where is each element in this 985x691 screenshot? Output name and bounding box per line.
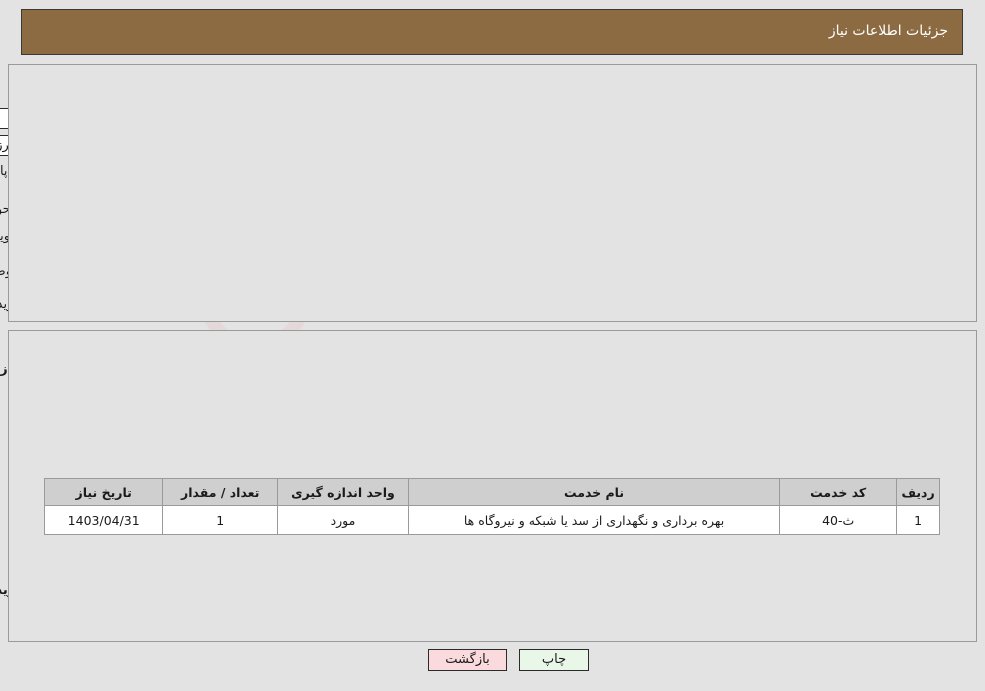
print-button[interactable]: چاپ	[519, 649, 589, 671]
col-need-date: تاریخ نیاز	[43, 478, 164, 506]
page-header-bar: جزئیات اطلاعات نیاز	[21, 9, 963, 55]
cell-row-no: 1	[896, 505, 940, 535]
col-unit: واحد اندازه گیری	[277, 478, 409, 506]
page-title: جزئیات اطلاعات نیاز	[828, 23, 948, 39]
back-button[interactable]: بازگشت	[428, 649, 507, 671]
table-row: 1 ث-40 بهره برداری و نگهداری از سد یا شب…	[43, 505, 940, 535]
cell-quantity: 1	[162, 505, 279, 535]
cell-service-name: بهره برداری و نگهداری از سد یا شبکه و نی…	[407, 505, 781, 535]
cell-service-code: ث-40	[779, 505, 898, 535]
cell-need-date: 1403/04/31	[43, 505, 164, 535]
col-service-code: کد خدمت	[779, 478, 898, 506]
cell-unit: مورد	[277, 505, 409, 535]
table-header-row: ردیف کد خدمت نام خدمت واحد اندازه گیری ت…	[43, 478, 940, 506]
col-quantity: تعداد / مقدار	[162, 478, 279, 506]
col-row-no: ردیف	[896, 478, 940, 506]
need-summary-panel	[8, 64, 977, 322]
col-service-name: نام خدمت	[407, 478, 781, 506]
services-table: ردیف کد خدمت نام خدمت واحد اندازه گیری ت…	[43, 478, 940, 535]
